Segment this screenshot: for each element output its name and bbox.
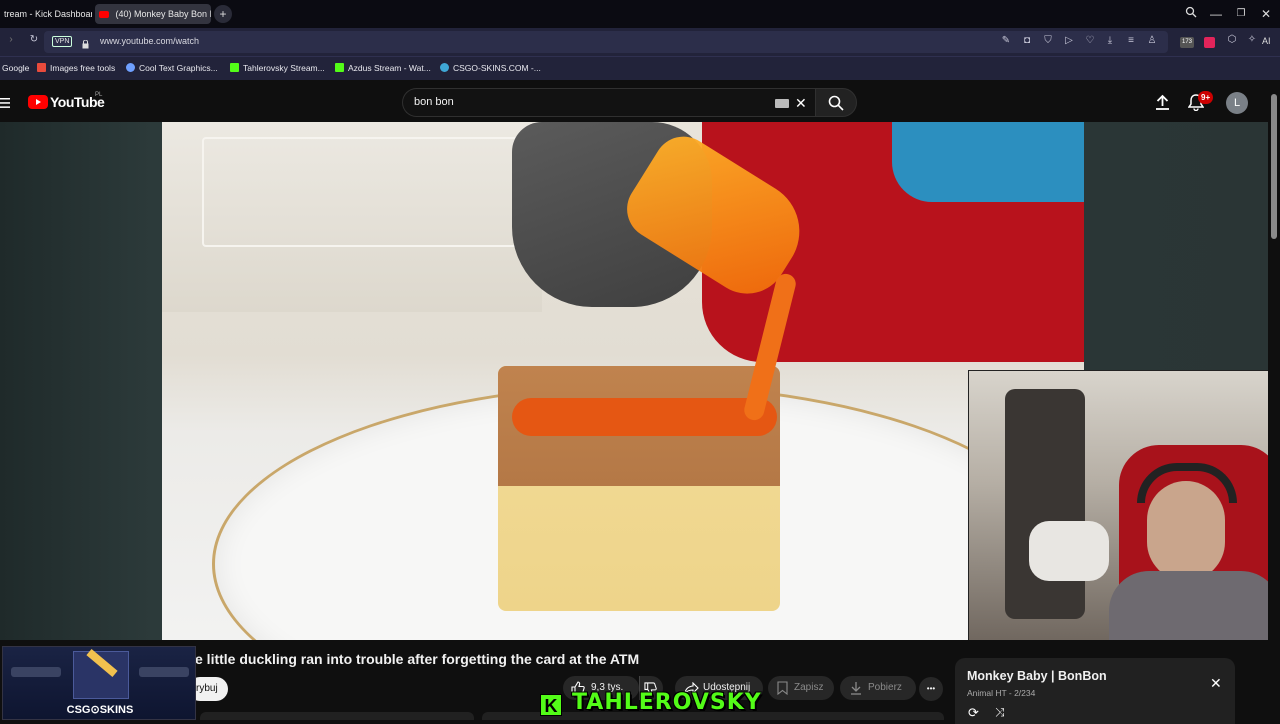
- csgo-skins-overlay: CSG⊙SKINS: [2, 646, 196, 720]
- description-panel[interactable]: [200, 712, 474, 720]
- bookmark-csgo-skins[interactable]: CSGO-SKINS.COM -...: [440, 63, 541, 73]
- close-window-icon[interactable]: ✕: [1256, 4, 1276, 24]
- extension-cube-icon[interactable]: ⬡: [1225, 34, 1239, 45]
- tab-kick-dashboard[interactable]: tream - Kick Dashboard: [0, 4, 92, 24]
- playlist-title[interactable]: Monkey Baby | BonBon: [967, 669, 1107, 683]
- youtube-favicon-icon: [99, 11, 109, 19]
- bookmark-label: Tahlerovsky Stream...: [243, 63, 325, 73]
- tab-label: (40) Monkey Baby Bon Bo: [115, 9, 211, 19]
- upload-icon[interactable]: [1155, 94, 1170, 115]
- bookmark-label: Cool Text Graphics...: [139, 63, 218, 73]
- rifle-skin-icon: [139, 667, 189, 677]
- streamer-webcam: [968, 370, 1268, 640]
- rifle-skin-icon: [11, 667, 61, 677]
- restore-icon[interactable]: ❐: [1231, 4, 1251, 24]
- bookmark-label: CSGO-SKINS.COM -...: [453, 63, 541, 73]
- images-icon: [37, 63, 46, 72]
- video-frame[interactable]: [162, 122, 1084, 640]
- video-title: e little duckling ran into trouble after…: [195, 651, 640, 667]
- download-icon[interactable]: ⤓: [1103, 35, 1117, 46]
- loop-icon[interactable]: ⟳: [968, 705, 979, 721]
- minimize-icon[interactable]: —: [1206, 4, 1226, 24]
- shield-icon[interactable]: ⛉: [1041, 35, 1055, 46]
- video-player[interactable]: [0, 122, 1268, 640]
- hamburger-menu-icon[interactable]: [0, 96, 10, 114]
- avatar[interactable]: L: [1226, 92, 1248, 114]
- save-label: Zapisz: [794, 682, 824, 693]
- playlist-panel[interactable]: Monkey Baby | BonBon Animal HT - 2/234 ✕…: [955, 658, 1235, 724]
- tab-label: tream - Kick Dashboard: [4, 9, 92, 19]
- profile-icon[interactable]: ♙: [1145, 35, 1159, 46]
- reload-icon[interactable]: ↻: [27, 34, 41, 45]
- menu-list-icon[interactable]: ≡: [1124, 35, 1138, 46]
- webcam-hanging-clothes: [1005, 389, 1085, 619]
- streamer-name-overlay: TAHLEROVSKY: [572, 690, 762, 715]
- youtube-header: YouTube PL bon bon ✕ 9+ L: [0, 84, 1268, 122]
- bookmark-label: Images free tools: [50, 63, 116, 73]
- close-playlist-icon[interactable]: ✕: [1210, 675, 1222, 692]
- clear-search-icon[interactable]: ✕: [795, 95, 807, 112]
- cabinet-panel: [202, 137, 532, 247]
- ai-sparkle-icon[interactable]: ✧: [1245, 34, 1259, 45]
- kick-logo-icon: K: [540, 694, 562, 716]
- vpn-badge[interactable]: VPN: [52, 36, 73, 47]
- search-button[interactable]: [815, 88, 857, 117]
- lock-icon[interactable]: [82, 36, 89, 49]
- download-label: Pobierz: [868, 682, 902, 693]
- csgo-skins-label: CSG⊙SKINS: [66, 704, 134, 716]
- notification-count-badge: 9+: [1198, 91, 1214, 104]
- address-toolbar: › ↻ VPN www.youtube.com/watch ✎ ◘ ⛉ ▷ ♡ …: [0, 28, 1280, 56]
- kick-icon: [335, 63, 344, 72]
- bookmark-azdus[interactable]: Azdus Stream - Wat...: [335, 63, 431, 73]
- more-actions-button[interactable]: •••: [919, 677, 943, 701]
- search-box[interactable]: bon bon ✕: [402, 88, 815, 117]
- save-button[interactable]: Zapisz: [768, 676, 834, 700]
- kick-icon: [230, 63, 239, 72]
- tab-youtube[interactable]: (40) Monkey Baby Bon Bo: [95, 4, 211, 24]
- search-icon: [828, 95, 844, 111]
- extension-red-icon[interactable]: [1204, 37, 1215, 48]
- bookmark-images-free-tools[interactable]: Images free tools: [37, 63, 115, 73]
- bookmark-google[interactable]: Google: [2, 63, 29, 73]
- bookmark-label: Azdus Stream - Wat...: [348, 63, 431, 73]
- webcam-towel: [1029, 521, 1109, 581]
- csgo-icon: [440, 63, 449, 72]
- search-tabs-icon[interactable]: [1181, 4, 1201, 24]
- bookmarks-bar: Google Images free tools Cool Text Graph…: [0, 56, 1280, 80]
- bookmark-label: Google: [2, 63, 30, 73]
- youtube-logo-icon[interactable]: [28, 95, 48, 109]
- forward-icon[interactable]: ›: [4, 34, 18, 45]
- honey-drizzle: [512, 398, 777, 436]
- cooltext-icon: [126, 63, 135, 72]
- url-text: www.youtube.com/watch: [100, 36, 200, 46]
- bookmark-cool-text[interactable]: Cool Text Graphics...: [126, 63, 218, 73]
- download-icon: [851, 682, 861, 695]
- region-label: PL: [95, 92, 103, 98]
- bookmark-icon: [777, 681, 788, 695]
- scrollbar-thumb[interactable]: [1271, 94, 1277, 239]
- ai-button[interactable]: AI: [1262, 36, 1271, 46]
- background-blue-fabric: [892, 122, 1084, 202]
- shuffle-icon[interactable]: ⤨: [995, 705, 1005, 720]
- playlist-subtitle: Animal HT - 2/234: [967, 688, 1036, 698]
- keyboard-icon[interactable]: [775, 99, 789, 108]
- heart-icon[interactable]: ♡: [1083, 35, 1097, 46]
- edit-icon[interactable]: ✎: [999, 35, 1013, 46]
- download-button[interactable]: Pobierz: [840, 676, 916, 700]
- browser-tab-strip: tream - Kick Dashboard (40) Monkey Baby …: [0, 0, 1280, 28]
- webcam-hoodie: [1109, 571, 1268, 640]
- address-bar[interactable]: VPN www.youtube.com/watch ✎ ◘ ⛉ ▷ ♡ ⤓ ≡ …: [44, 31, 1168, 53]
- new-tab-button[interactable]: +: [214, 5, 232, 23]
- search-input[interactable]: bon bon: [414, 96, 454, 108]
- play-icon[interactable]: ▷: [1062, 35, 1076, 46]
- extension-badge[interactable]: 173: [1180, 37, 1194, 48]
- page-scrollbar[interactable]: [1268, 84, 1280, 720]
- bookmark-tahlerovsky[interactable]: Tahlerovsky Stream...: [230, 63, 325, 73]
- camera-icon[interactable]: ◘: [1020, 35, 1034, 46]
